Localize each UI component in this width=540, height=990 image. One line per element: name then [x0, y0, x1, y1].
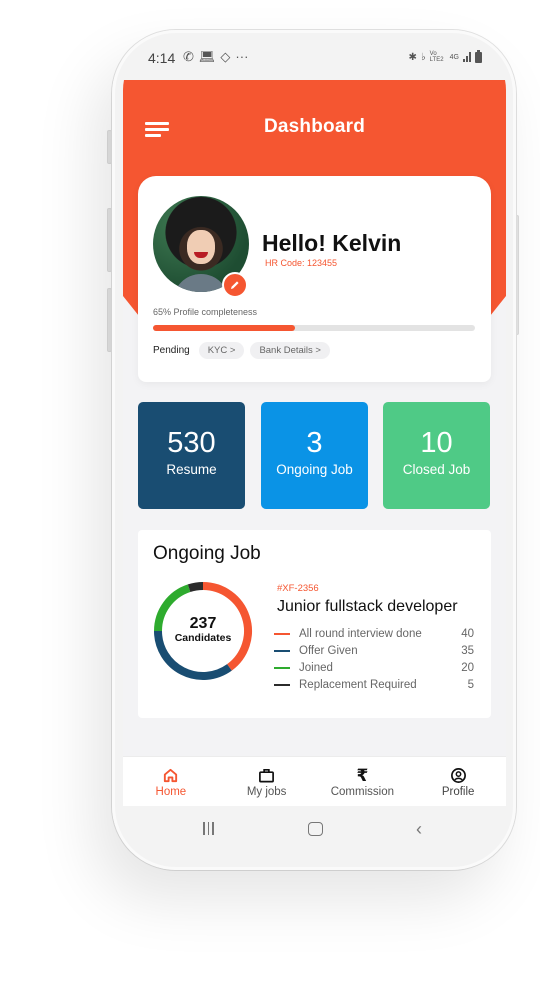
- legend-swatch: [274, 649, 290, 652]
- volte-icon: Vo LTE2: [429, 51, 444, 63]
- nav-label: Profile: [441, 785, 475, 798]
- back-button[interactable]: ‹: [416, 820, 422, 838]
- legend-item: Joined 20: [274, 659, 474, 676]
- pending-label: Pending: [153, 345, 190, 356]
- status-time: 4:14: [148, 50, 176, 66]
- stat-card-ongoing-job[interactable]: 3 Ongoing Job: [261, 402, 368, 509]
- pending-items: Pending KYC > Bank Details >: [153, 342, 330, 359]
- nav-item-commission[interactable]: ₹ Commission: [317, 766, 407, 798]
- legend-label: All round interview done: [299, 627, 422, 640]
- profile-completeness-fill: [153, 325, 295, 331]
- legend-item: All round interview done 40: [274, 625, 474, 642]
- greeting-text: Hello! Kelvin: [262, 230, 402, 256]
- nav-item-my-jobs[interactable]: My jobs: [222, 766, 312, 798]
- battery-icon: [475, 49, 482, 63]
- profile-completeness-label: 65% Profile completeness: [153, 307, 258, 317]
- home-icon: [126, 766, 216, 786]
- nav-label: Commission: [330, 785, 394, 798]
- rupee-icon: ₹: [356, 765, 369, 785]
- donut-center: 237 Candidates: [151, 579, 255, 683]
- legend-value: 20: [461, 661, 474, 674]
- legend-value: 5: [467, 678, 474, 691]
- legend-label: Replacement Required: [299, 678, 417, 691]
- stat-card-closed-job[interactable]: 10 Closed Job: [383, 402, 490, 509]
- stat-value: 10: [420, 427, 453, 459]
- profile-card: Hello! Kelvin HR Code: 123455 65% Profil…: [138, 176, 491, 382]
- pending-chip-bank-details[interactable]: Bank Details >: [250, 342, 330, 359]
- more-dots-icon: ···: [235, 49, 249, 64]
- status-bar: 4:14 ✆ 💻︎ ◇ ··· ✱ ♭ Vo LTE2 4G: [123, 40, 506, 80]
- bluetooth-icon: ✱: [408, 51, 417, 63]
- status-system-icons: ✱ ♭ Vo LTE2 4G: [408, 49, 482, 63]
- legend-swatch: [274, 666, 290, 669]
- nav-item-home[interactable]: Home: [126, 766, 216, 798]
- candidates-total: 237: [189, 615, 217, 632]
- legend-swatch: [274, 683, 290, 686]
- mute-icon: ♭: [420, 51, 426, 63]
- profile-completeness-bar: [153, 325, 475, 331]
- signal-icon: [463, 52, 471, 62]
- nav-item-profile[interactable]: Profile: [413, 766, 503, 798]
- legend-item: Offer Given 35: [274, 642, 474, 659]
- job-code: #XF-2356: [277, 583, 319, 594]
- legend-swatch: [274, 632, 290, 635]
- laptop-icon: 💻︎: [198, 49, 216, 64]
- job-title: Junior fullstack developer: [277, 598, 458, 615]
- legend-label: Offer Given: [299, 644, 358, 657]
- page-title: Dashboard: [263, 116, 366, 137]
- candidates-legend: All round interview done 40 Offer Given …: [274, 625, 474, 693]
- stat-value: 3: [306, 427, 323, 459]
- nav-label: My jobs: [246, 785, 287, 798]
- stat-card-resume[interactable]: 530 Resume: [138, 402, 245, 509]
- stat-value: 530: [167, 427, 216, 459]
- stat-label: Closed Job: [402, 462, 471, 477]
- recents-button[interactable]: [203, 822, 217, 840]
- pencil-icon: [231, 281, 239, 289]
- ongoing-job-card[interactable]: Ongoing Job 237 Candidates #XF-2356 Juni…: [138, 530, 491, 718]
- section-title: Ongoing Job: [153, 543, 261, 564]
- legend-item: Replacement Required 5: [274, 676, 474, 693]
- phone-screen: 4:14 ✆ 💻︎ ◇ ··· ✱ ♭ Vo LTE2 4G Dashboard: [123, 40, 506, 858]
- pending-chip-kyc[interactable]: KYC >: [198, 342, 245, 359]
- stat-label: Resume: [166, 462, 217, 477]
- nav-label: Home: [155, 785, 187, 798]
- bottom-navigation: Home My jobs ₹ Commission Profile: [123, 756, 506, 806]
- hr-code: HR Code: 123455: [265, 258, 338, 268]
- legend-label: Joined: [299, 661, 333, 674]
- 4g-icon: 4G: [449, 53, 459, 61]
- status-notification-icons: ✆ 💻︎ ◇ ···: [183, 49, 248, 65]
- candidates-label: Candidates: [174, 632, 232, 644]
- user-circle-icon: [413, 766, 503, 786]
- whatsapp-icon: ✆: [183, 49, 194, 64]
- legend-value: 35: [461, 644, 474, 657]
- stat-label: Ongoing Job: [276, 462, 353, 477]
- home-button[interactable]: [308, 822, 323, 836]
- system-navigation-bar: ‹: [123, 806, 506, 858]
- satellite-icon: ◇: [220, 49, 231, 64]
- edit-profile-button[interactable]: [222, 272, 248, 298]
- briefcase-icon: [222, 766, 312, 786]
- legend-value: 40: [461, 627, 474, 640]
